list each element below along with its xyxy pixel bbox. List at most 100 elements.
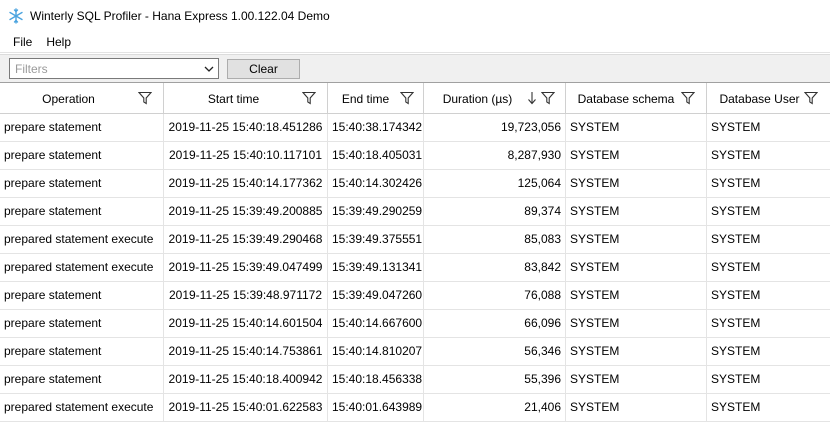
cell-start-time: 2019-11-25 15:40:18.451286: [164, 114, 328, 141]
sort-down-arrow-icon: [528, 92, 536, 105]
cell-duration: 89,374: [424, 198, 566, 225]
column-header-database-schema[interactable]: Database schema: [566, 83, 707, 114]
toolbar: Filters Clear: [0, 54, 830, 82]
cell-end-time: 15:40:01.643989: [328, 394, 424, 421]
table-header: Operation Start time End time Duration (…: [0, 83, 830, 114]
cell-database-schema: SYSTEM: [566, 282, 707, 309]
cell-operation: prepared statement execute: [0, 394, 164, 421]
title-bar: Winterly SQL Profiler - Hana Express 1.0…: [0, 0, 830, 31]
chevron-down-icon[interactable]: [200, 59, 218, 78]
menu-help[interactable]: Help: [39, 32, 78, 52]
cell-end-time: 15:40:14.667600: [328, 310, 424, 337]
cell-end-time: 15:39:49.290259: [328, 198, 424, 225]
cell-operation: prepared statement execute: [0, 254, 164, 281]
cell-database-user: SYSTEM: [711, 120, 761, 134]
cell-database-schema: SYSTEM: [566, 226, 707, 253]
cell-database-user: SYSTEM: [711, 176, 761, 190]
cell-database-schema: SYSTEM: [566, 254, 707, 281]
cell-start-time: 2019-11-25 15:39:49.200885: [164, 198, 328, 225]
table-row[interactable]: prepared statement execute 2019-11-25 15:…: [0, 254, 830, 282]
clear-button[interactable]: Clear: [227, 59, 300, 79]
cell-end-time: 15:40:18.456338: [328, 366, 424, 393]
snowflake-icon: [9, 7, 23, 24]
cell-duration: 66,096: [424, 310, 566, 337]
cell-operation: prepare statement: [0, 170, 164, 197]
cell-database-schema: SYSTEM: [566, 142, 707, 169]
table-row[interactable]: prepare statement 2019-11-25 15:39:49.200…: [0, 198, 830, 226]
cell-start-time: 2019-11-25 15:40:14.601504: [164, 310, 328, 337]
window-title: Winterly SQL Profiler - Hana Express 1.0…: [30, 8, 330, 23]
cell-duration: 19,723,056: [424, 114, 566, 141]
cell-database-schema: SYSTEM: [566, 114, 707, 141]
cell-database-user: SYSTEM: [711, 344, 761, 358]
cell-duration: 125,064: [424, 170, 566, 197]
filter-icon[interactable]: [804, 91, 818, 105]
menu-bar: File Help: [0, 31, 830, 53]
header-label: End time: [341, 91, 390, 106]
cell-duration: 83,842: [424, 254, 566, 281]
cell-database-schema: SYSTEM: [566, 310, 707, 337]
cell-operation: prepare statement: [0, 114, 164, 141]
filters-placeholder: Filters: [15, 61, 48, 76]
cell-start-time: 2019-11-25 15:40:14.177362: [164, 170, 328, 197]
cell-end-time: 15:40:38.174342: [328, 114, 424, 141]
cell-start-time: 2019-11-25 15:39:49.290468: [164, 226, 328, 253]
cell-operation: prepare statement: [0, 366, 164, 393]
cell-duration: 76,088: [424, 282, 566, 309]
cell-database-schema: SYSTEM: [566, 394, 707, 421]
cell-duration: 21,406: [424, 394, 566, 421]
cell-database-schema: SYSTEM: [566, 338, 707, 365]
cell-duration: 55,396: [424, 366, 566, 393]
filter-icon[interactable]: [541, 91, 555, 105]
column-header-operation[interactable]: Operation: [0, 83, 164, 114]
cell-operation: prepare statement: [0, 282, 164, 309]
menu-file[interactable]: File: [6, 32, 39, 52]
filter-icon[interactable]: [400, 91, 414, 105]
cell-end-time: 15:40:14.302426: [328, 170, 424, 197]
column-header-database-user[interactable]: Database User: [707, 83, 830, 114]
filters-dropdown[interactable]: Filters: [9, 58, 219, 79]
cell-end-time: 15:39:49.131341: [328, 254, 424, 281]
cell-database-schema: SYSTEM: [566, 170, 707, 197]
cell-start-time: 2019-11-25 15:40:18.400942: [164, 366, 328, 393]
table-row[interactable]: prepare statement 2019-11-25 15:40:10.117…: [0, 142, 830, 170]
table-row[interactable]: prepare statement 2019-11-25 15:40:14.177…: [0, 170, 830, 198]
cell-database-user: SYSTEM: [711, 316, 761, 330]
cell-database-schema: SYSTEM: [566, 198, 707, 225]
cell-database-schema: SYSTEM: [566, 366, 707, 393]
table-row[interactable]: prepared statement execute 2019-11-25 15:…: [0, 394, 830, 422]
cell-start-time: 2019-11-25 15:40:14.753861: [164, 338, 328, 365]
cell-end-time: 15:39:49.047260: [328, 282, 424, 309]
cell-start-time: 2019-11-25 15:40:10.117101: [164, 142, 328, 169]
header-label: Database schema: [577, 91, 675, 106]
column-header-start-time[interactable]: Start time: [164, 83, 328, 114]
table-row[interactable]: prepare statement 2019-11-25 15:39:48.971…: [0, 282, 830, 310]
results-table: Operation Start time End time Duration (…: [0, 82, 830, 423]
cell-database-user: SYSTEM: [711, 232, 761, 246]
table-row[interactable]: prepare statement 2019-11-25 15:40:18.451…: [0, 114, 830, 142]
table-row[interactable]: prepare statement 2019-11-25 15:40:14.601…: [0, 310, 830, 338]
cell-operation: prepare statement: [0, 142, 164, 169]
header-label: Operation: [42, 91, 95, 106]
cell-database-user: SYSTEM: [711, 372, 761, 386]
column-header-end-time[interactable]: End time: [328, 83, 424, 114]
cell-database-user: SYSTEM: [711, 204, 761, 218]
cell-end-time: 15:40:14.810207: [328, 338, 424, 365]
cell-database-user: SYSTEM: [711, 260, 761, 274]
filter-icon[interactable]: [138, 91, 152, 105]
cell-operation: prepare statement: [0, 338, 164, 365]
cell-start-time: 2019-11-25 15:39:49.047499: [164, 254, 328, 281]
table-row[interactable]: prepare statement 2019-11-25 15:40:18.400…: [0, 366, 830, 394]
filter-icon[interactable]: [302, 91, 316, 105]
cell-duration: 8,287,930: [424, 142, 566, 169]
filter-icon[interactable]: [681, 91, 695, 105]
cell-operation: prepare statement: [0, 198, 164, 225]
cell-end-time: 15:40:18.405031: [328, 142, 424, 169]
cell-database-user: SYSTEM: [711, 148, 761, 162]
column-header-duration[interactable]: Duration (µs): [424, 83, 566, 114]
table-row[interactable]: prepared statement execute 2019-11-25 15:…: [0, 226, 830, 254]
cell-database-user: SYSTEM: [711, 400, 761, 414]
table-row[interactable]: prepare statement 2019-11-25 15:40:14.753…: [0, 338, 830, 366]
cell-end-time: 15:39:49.375551: [328, 226, 424, 253]
cell-duration: 56,346: [424, 338, 566, 365]
